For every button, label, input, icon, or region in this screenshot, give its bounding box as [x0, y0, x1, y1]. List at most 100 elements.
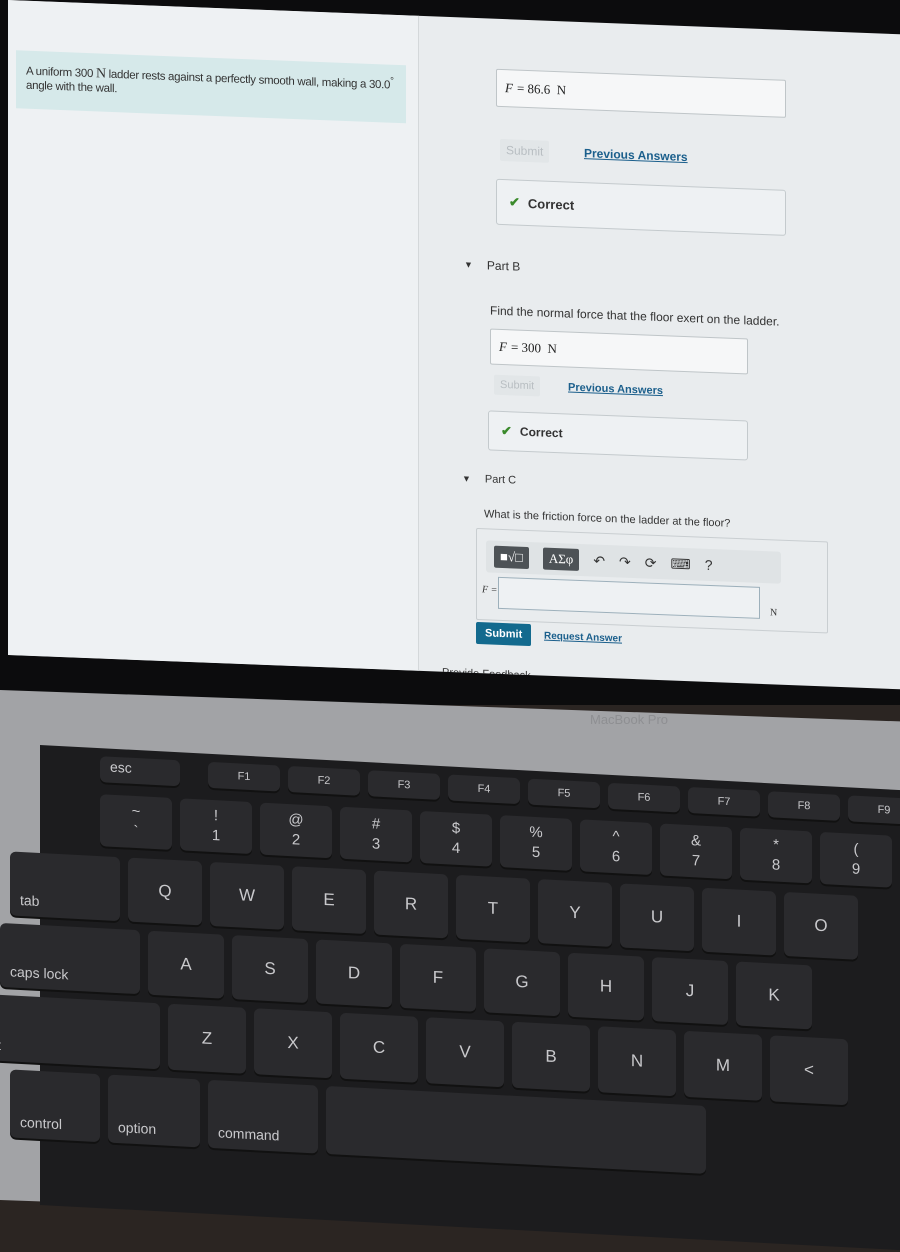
browser-page: A uniform 300 N ladder rests against a p…: [8, 0, 900, 690]
key-f1[interactable]: F1: [208, 761, 280, 792]
laptop-brand: MacBook Pro: [590, 712, 669, 727]
collapse-triangle-icon: ▼: [464, 259, 473, 270]
key-f5[interactable]: F5: [528, 778, 600, 809]
key-q[interactable]: Q: [128, 857, 202, 926]
key-3[interactable]: #3: [340, 806, 412, 863]
key-d[interactable]: D: [316, 939, 392, 1008]
key-i[interactable]: I: [702, 887, 776, 956]
undo-icon[interactable]: ↶: [593, 552, 605, 569]
key-caps-lock[interactable]: caps lock: [0, 922, 140, 995]
key-w[interactable]: W: [210, 861, 284, 930]
key-legend: 4: [451, 839, 461, 858]
key-x[interactable]: X: [254, 1008, 332, 1079]
key-c[interactable]: C: [340, 1012, 418, 1083]
key-esc[interactable]: esc: [100, 756, 180, 787]
key-2[interactable]: @2: [260, 802, 332, 859]
key-ift[interactable]: ift: [0, 993, 160, 1070]
key-k[interactable]: K: [736, 961, 812, 1030]
equals: =: [510, 339, 519, 355]
key-space[interactable]: [326, 1085, 706, 1174]
key-legend: &: [690, 832, 701, 850]
key-legend: `: [133, 822, 139, 841]
key-tab[interactable]: tab: [10, 851, 120, 922]
problem-pane: A uniform 300 N ladder rests against a p…: [8, 0, 419, 671]
key-f3[interactable]: F3: [368, 770, 440, 800]
key-y[interactable]: Y: [538, 879, 612, 947]
part-title: Part C: [484, 473, 517, 487]
key-g[interactable]: G: [484, 948, 560, 1017]
key-legend: 3: [371, 835, 381, 853]
key-legend: 6: [611, 847, 621, 866]
unit: N: [556, 82, 567, 98]
key-legend: !: [213, 807, 219, 825]
var-label: F: [505, 80, 513, 96]
key-legend: (: [853, 840, 859, 858]
key-f8[interactable]: F8: [768, 791, 840, 821]
key-u[interactable]: U: [620, 883, 694, 952]
key-legend: @: [288, 811, 304, 829]
part-b-header[interactable]: ▼ Part B: [464, 258, 521, 274]
key-option[interactable]: option: [108, 1074, 200, 1148]
key-h[interactable]: H: [568, 952, 644, 1021]
key-f7[interactable]: F7: [688, 786, 760, 817]
keyboard: esc F1 F2 F3 F4 F5 F6 F7 F8 F9 ~ `! 1 @2 #3 $4% 5 ^ 6 & 7 *…: [0, 745, 900, 1252]
key-<[interactable]: <: [770, 1035, 848, 1106]
submit-button-disabled[interactable]: Submit: [500, 138, 550, 163]
key-t[interactable]: T: [456, 874, 530, 943]
key-v[interactable]: V: [426, 1017, 504, 1088]
key-j[interactable]: J: [652, 957, 728, 1026]
laptop-screen: A uniform 300 N ladder rests against a p…: [0, 0, 900, 705]
problem-text: A uniform 300: [26, 65, 96, 81]
key-a[interactable]: A: [148, 930, 224, 999]
key-7[interactable]: & 7: [660, 823, 732, 880]
request-answer-link[interactable]: Request Answer: [544, 631, 622, 645]
key-control[interactable]: control: [10, 1069, 100, 1143]
key-1[interactable]: ! 1: [180, 798, 252, 855]
help-button[interactable]: ?: [705, 557, 713, 573]
key-f2[interactable]: F2: [288, 765, 360, 796]
key-4[interactable]: $4: [420, 810, 492, 867]
key-f4[interactable]: F4: [448, 774, 520, 805]
key-8[interactable]: * 8: [740, 827, 812, 884]
redo-icon[interactable]: ↷: [619, 553, 631, 570]
key-`[interactable]: ~ `: [100, 794, 172, 850]
part-c-header[interactable]: ▼ Part C: [462, 472, 516, 486]
checkmark-icon: ✔: [501, 422, 512, 439]
previous-answers-link[interactable]: Previous Answers: [584, 146, 688, 164]
key-legend: #: [371, 815, 381, 833]
key-e[interactable]: E: [292, 866, 366, 935]
greek-symbols-button[interactable]: ΑΣφ: [542, 547, 580, 571]
submit-button-disabled[interactable]: Submit: [494, 374, 541, 397]
key-f9[interactable]: F9: [848, 795, 900, 826]
key-legend: 8: [771, 856, 781, 874]
key-b[interactable]: B: [512, 1021, 590, 1092]
key-legend: ~: [131, 802, 141, 821]
key-legend: 1: [211, 827, 221, 845]
provide-feedback-link[interactable]: Provide Feedback: [442, 667, 531, 682]
keyboard-icon[interactable]: ⌨: [671, 555, 691, 573]
equals: =: [516, 80, 525, 96]
part-a-answer: F = 86.6 N: [496, 68, 786, 118]
key-z[interactable]: Z: [168, 1003, 246, 1074]
previous-answers-link[interactable]: Previous Answers: [568, 382, 663, 398]
reset-icon[interactable]: ⟳: [645, 554, 657, 571]
key-legend: $: [451, 819, 461, 838]
part-title: Part B: [486, 258, 521, 274]
key-s[interactable]: S: [232, 935, 308, 1004]
templates-button[interactable]: ■√□: [494, 545, 529, 570]
key-legend: 9: [851, 860, 861, 878]
answer-value: 86.6: [527, 80, 551, 97]
key-f6[interactable]: F6: [608, 782, 680, 813]
key-o[interactable]: O: [784, 891, 858, 960]
key-5[interactable]: % 5: [500, 815, 572, 871]
key-9[interactable]: (9: [820, 831, 892, 888]
key-command[interactable]: command: [208, 1079, 318, 1154]
key-legend: ^: [612, 828, 620, 846]
key-f[interactable]: F: [400, 943, 476, 1012]
answer-pane: F = 86.6 N Submit Previous Answers ✔ Corre…: [438, 17, 900, 690]
key-m[interactable]: M: [684, 1030, 762, 1101]
key-6[interactable]: ^ 6: [580, 819, 652, 876]
key-n[interactable]: N: [598, 1026, 676, 1097]
key-r[interactable]: R: [374, 870, 448, 939]
submit-button[interactable]: Submit: [476, 621, 532, 647]
